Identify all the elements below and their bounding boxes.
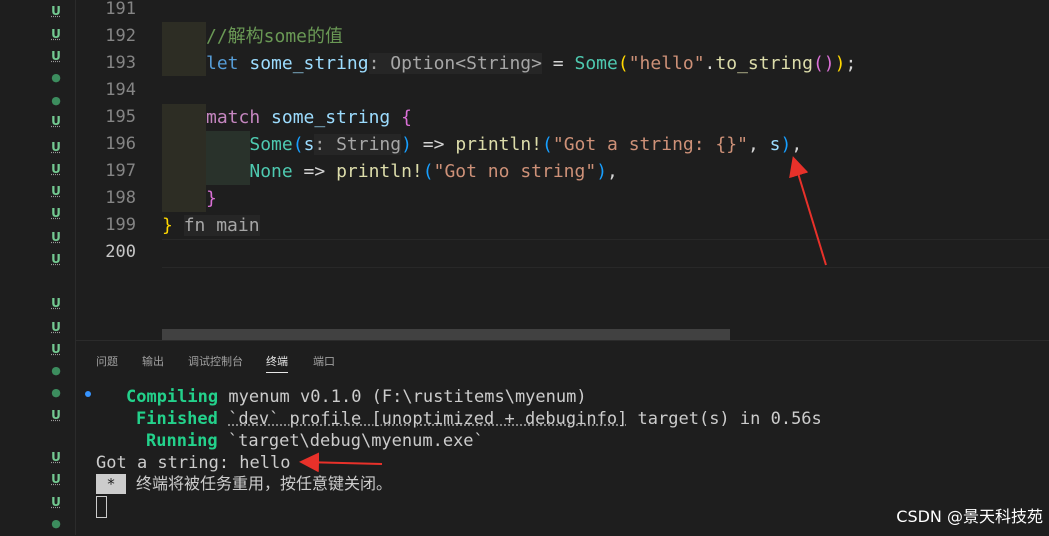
type-inlay-hint: : String bbox=[314, 134, 402, 155]
git-modified-dot-icon: ● bbox=[51, 94, 61, 107]
panel-tab[interactable]: 输出 bbox=[142, 353, 164, 369]
git-untracked-marker: U bbox=[51, 162, 61, 176]
constructor: None bbox=[249, 161, 293, 182]
brace: } bbox=[206, 188, 217, 209]
line-number: 193 bbox=[105, 53, 136, 73]
profile-text: `dev` profile [unoptimized + debuginfo] bbox=[228, 409, 628, 429]
constructor: Some bbox=[249, 134, 293, 155]
git-modified-dot-icon: ● bbox=[51, 364, 61, 377]
constructor: Some bbox=[574, 53, 618, 74]
git-untracked-marker: U bbox=[51, 206, 61, 220]
git-untracked-marker: U bbox=[51, 140, 61, 154]
terminal-compiling-line: Compiling myenum v0.1.0 (F:\rustitems\my… bbox=[126, 386, 587, 408]
line-number: 196 bbox=[105, 134, 136, 154]
git-untracked-marker: U bbox=[51, 320, 61, 334]
git-untracked-marker: U bbox=[51, 114, 61, 128]
code-line-195[interactable]: match some_string { bbox=[206, 104, 412, 131]
macro-call: println! bbox=[336, 161, 423, 182]
operator: = bbox=[541, 53, 575, 74]
status-dot-icon bbox=[85, 391, 91, 397]
line-number: 200 bbox=[105, 242, 136, 262]
code-line-197[interactable]: None => println!("Got no string"), bbox=[206, 158, 618, 185]
task-star-badge: * bbox=[96, 474, 126, 494]
line-number: 194 bbox=[105, 80, 136, 100]
line-number: 198 bbox=[105, 188, 136, 208]
panel-tab[interactable]: 端口 bbox=[313, 353, 335, 369]
line-number: 192 bbox=[105, 26, 136, 46]
comment: //解构some的值 bbox=[206, 26, 344, 47]
horizontal-scrollbar[interactable] bbox=[162, 329, 730, 340]
panel-tab[interactable]: 问题 bbox=[96, 353, 118, 369]
compiling-label: Compiling bbox=[126, 387, 219, 407]
git-untracked-marker: U bbox=[51, 252, 61, 266]
git-untracked-marker: U bbox=[51, 27, 61, 41]
finished-label: Finished bbox=[136, 409, 218, 429]
terminal-cursor bbox=[96, 496, 107, 518]
compiling-text: myenum v0.1.0 (F:\rustitems\myenum) bbox=[228, 387, 587, 407]
current-line-highlight bbox=[162, 239, 1049, 268]
finished-time-text: target(s) in 0.56s bbox=[627, 409, 822, 429]
keyword: match bbox=[206, 107, 261, 128]
type-inlay-hint: : Option<String> bbox=[368, 53, 542, 74]
macro-call: println! bbox=[455, 134, 543, 155]
code-editor[interactable]: 191 192 193 194 195 196 197 198 199 200 //解构some的… bbox=[76, 0, 1049, 340]
panel-tab[interactable]: 调试控制台 bbox=[188, 353, 243, 369]
terminal-reuse-message: 终端将被任务重用，按任意键关闭。 bbox=[136, 474, 393, 493]
keyword: let bbox=[206, 53, 239, 74]
git-untracked-marker: U bbox=[51, 450, 61, 464]
indent-guide bbox=[162, 104, 206, 212]
line-number: 197 bbox=[105, 161, 136, 181]
line-number: 191 bbox=[105, 0, 136, 19]
terminal-running-line: Running `target\debug\myenum.exe` bbox=[146, 430, 484, 452]
git-untracked-marker: U bbox=[51, 342, 61, 356]
variable: s bbox=[769, 134, 781, 155]
git-untracked-marker: U bbox=[51, 296, 61, 310]
string-literal: "hello" bbox=[628, 53, 705, 74]
git-untracked-marker: U bbox=[51, 408, 61, 422]
method-call: to_string bbox=[715, 53, 813, 74]
string-literal: "Got no string" bbox=[433, 161, 597, 182]
brace: } bbox=[162, 215, 173, 236]
block-end-hint: fn main bbox=[183, 215, 260, 236]
operator: => bbox=[292, 161, 337, 182]
string-literal: "Got a string: {}" bbox=[552, 134, 748, 155]
git-untracked-marker: U bbox=[51, 4, 61, 18]
code-line-196[interactable]: Some(s: String) => println!("Got a strin… bbox=[206, 131, 802, 158]
variable: some_string bbox=[249, 53, 369, 74]
line-number: 199 bbox=[105, 215, 136, 235]
watermark: CSDN @景天科技苑 bbox=[896, 507, 1043, 526]
code-line-198[interactable]: } bbox=[206, 185, 217, 212]
terminal-output-line: Got a string: hello bbox=[96, 453, 291, 473]
brace: { bbox=[401, 107, 412, 128]
git-untracked-marker: U bbox=[51, 184, 61, 198]
code-line-199[interactable]: } fn main bbox=[162, 212, 260, 239]
git-untracked-marker: U bbox=[51, 230, 61, 244]
running-label: Running bbox=[146, 431, 218, 451]
git-modified-dot-icon: ● bbox=[51, 517, 61, 530]
variable: some_string bbox=[271, 107, 391, 128]
operator: => bbox=[411, 134, 456, 155]
code-line-193[interactable]: let some_string: Option<String> = Some("… bbox=[206, 50, 856, 77]
panel-tab[interactable]: 终端 bbox=[266, 353, 288, 373]
git-untracked-marker: U bbox=[51, 49, 61, 63]
terminal-finished-line: Finished `dev` profile [unoptimized + de… bbox=[136, 408, 822, 430]
indent-guide bbox=[162, 22, 206, 76]
running-text: `target\debug\myenum.exe` bbox=[227, 431, 484, 451]
git-modified-dot-icon: ● bbox=[51, 71, 61, 84]
variable: s bbox=[303, 134, 315, 155]
git-untracked-marker: U bbox=[51, 495, 61, 509]
code-line-192[interactable]: //解构some的值 bbox=[206, 23, 343, 50]
line-number: 195 bbox=[105, 107, 136, 127]
git-gutter: U U U ● ● U U U U U U U U U U ● ● U U U U ● bbox=[0, 0, 76, 535]
git-untracked-marker: U bbox=[51, 472, 61, 486]
git-modified-dot-icon: ● bbox=[51, 386, 61, 399]
